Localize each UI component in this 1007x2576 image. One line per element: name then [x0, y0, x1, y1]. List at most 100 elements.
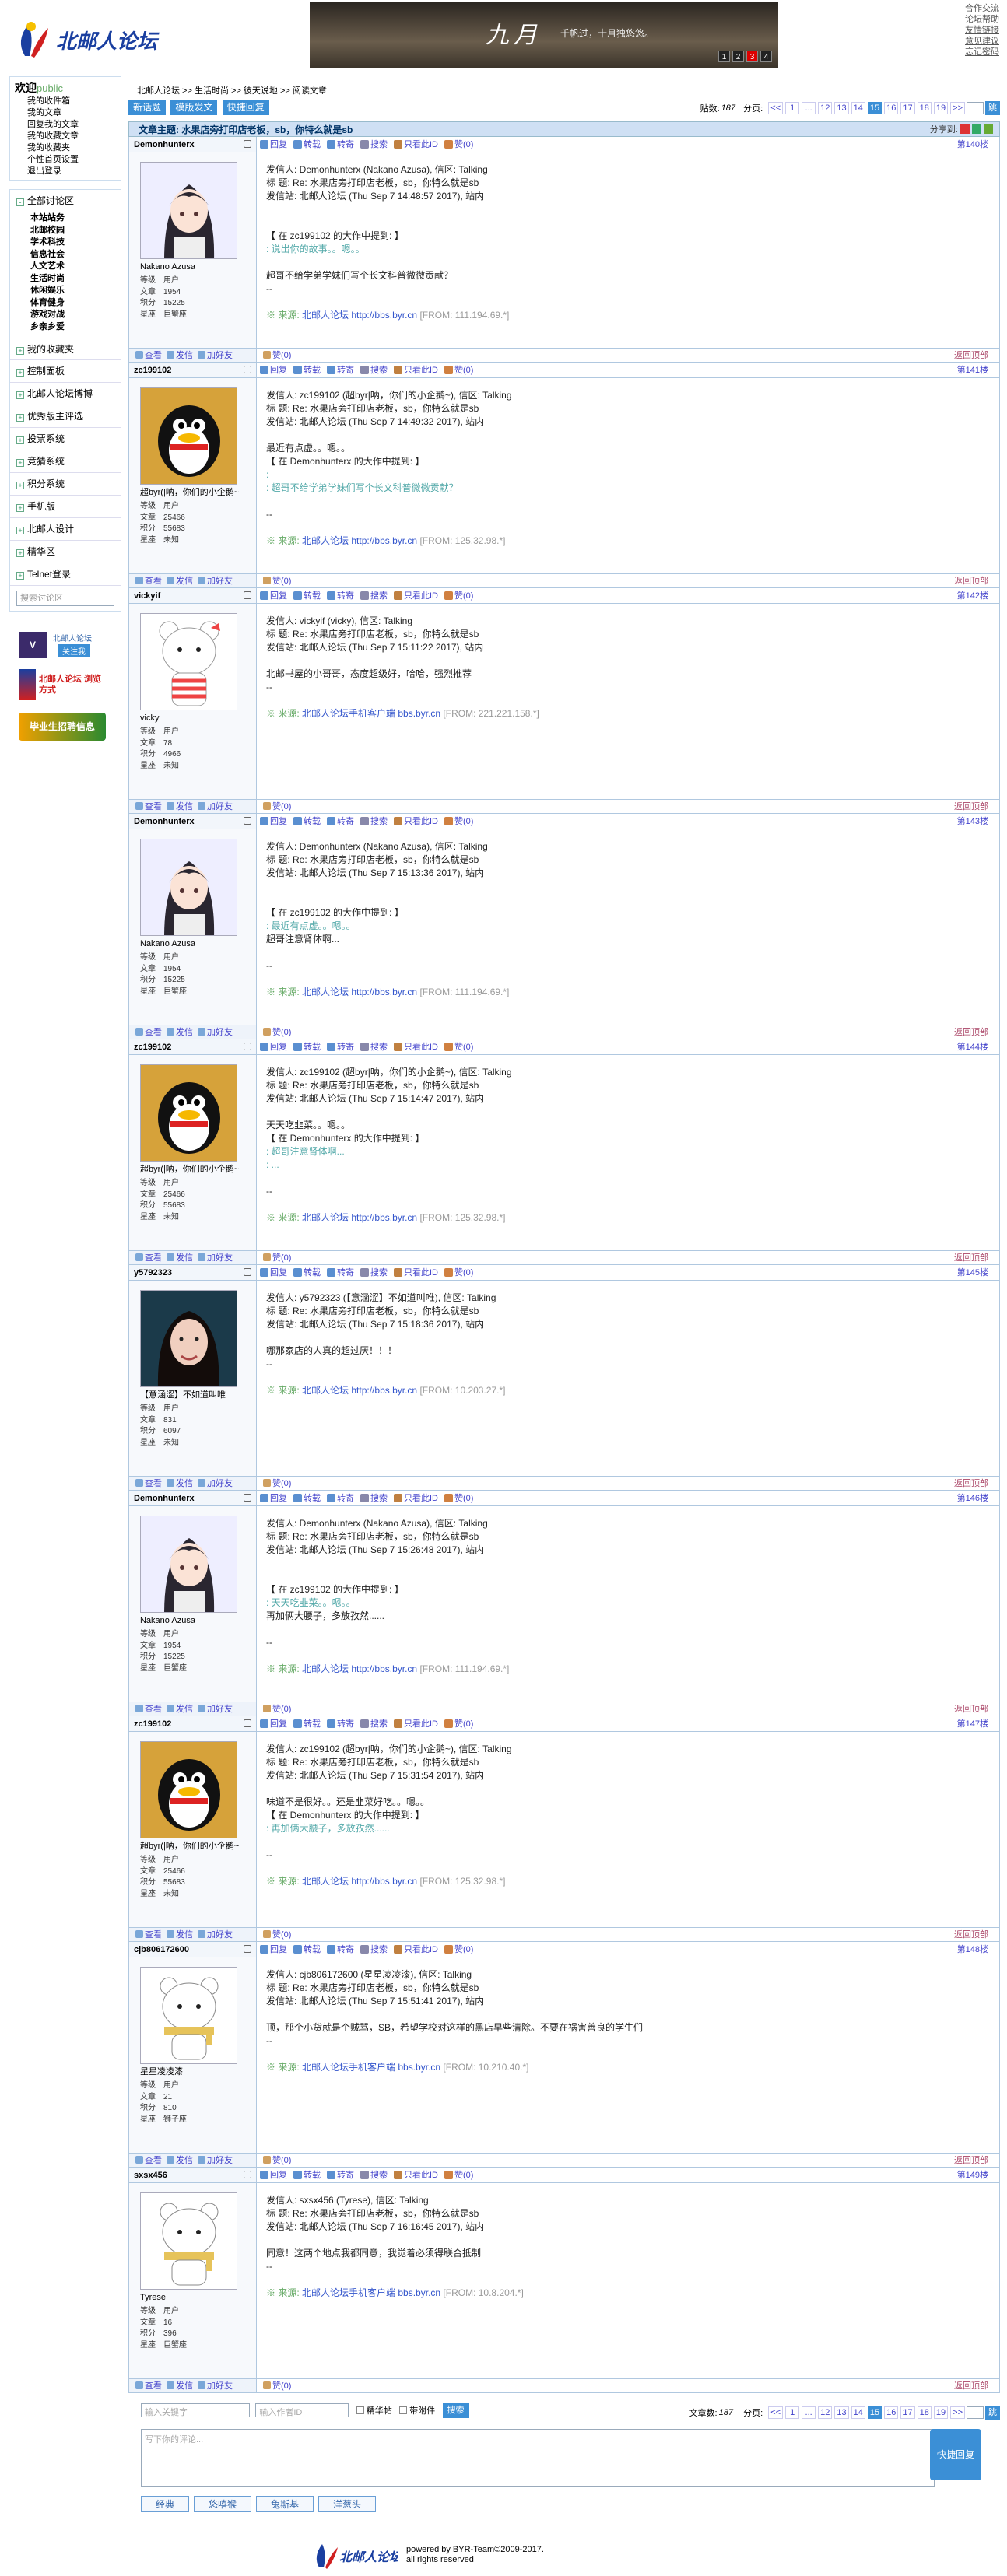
avatar[interactable] [140, 1064, 237, 1162]
page-link[interactable]: ... [802, 2406, 816, 2419]
page-link[interactable]: 15 [867, 102, 882, 114]
like-button[interactable]: 赞(0) [263, 1705, 291, 1714]
floor-number[interactable]: 第146楼 [957, 1491, 988, 1506]
post-action-2[interactable]: 转寄 [327, 2168, 354, 2182]
template-post-button[interactable]: 模版发文 [170, 100, 218, 115]
source-name[interactable]: 北邮人论坛手机客户端 [302, 2062, 395, 2073]
post-action-2[interactable]: 转寄 [327, 1491, 354, 1505]
top-link[interactable]: 意见建议 [965, 36, 999, 47]
user-action-0[interactable]: 查看 [135, 1477, 162, 1490]
post-action-3[interactable]: 搜索 [360, 137, 388, 152]
post-author[interactable]: y5792323 [129, 1265, 257, 1280]
section-item[interactable]: 学术科技 [10, 237, 121, 249]
section-item[interactable]: 信息社会 [10, 249, 121, 261]
post-action-5[interactable]: 赞(0) [444, 363, 473, 377]
post-action-0[interactable]: 回复 [260, 814, 287, 829]
post-action-0[interactable]: 回复 [260, 588, 287, 603]
user-action-0[interactable]: 查看 [135, 800, 162, 813]
source-url[interactable]: http://bbs.byr.cn [351, 310, 417, 321]
avatar[interactable] [140, 387, 237, 485]
section-item[interactable]: 北邮校园 [10, 225, 121, 237]
sidebar-link[interactable]: 退出登录 [15, 166, 116, 177]
sidebar-search-input[interactable]: 搜索讨论区 [16, 591, 114, 606]
sidebar-link[interactable]: 我的收件箱 [15, 96, 116, 107]
banner[interactable]: 九月 千帆过，十月独悠悠。 1 2 3 4 [310, 2, 778, 68]
source-name[interactable]: 北邮人论坛 [302, 987, 349, 997]
source-name[interactable]: 北邮人论坛 [302, 1876, 349, 1887]
quick-reply-button[interactable]: 快捷回复 [222, 100, 269, 115]
avatar[interactable] [140, 2192, 237, 2290]
post-author[interactable]: cjb806172600 [129, 1942, 257, 1957]
post-author[interactable]: vickyif [129, 588, 257, 603]
page-link[interactable]: 18 [917, 2406, 932, 2419]
sidebar-item[interactable]: + 北邮人论坛博博 [10, 383, 121, 405]
breadcrumb[interactable]: 北邮人论坛 >> 生活时尚 >> 彼天说地 >> 阅读文章 [137, 84, 327, 96]
user-action-1[interactable]: 发信 [167, 800, 193, 813]
emote-tab[interactable]: 经典 [141, 2496, 190, 2512]
like-button[interactable]: 赞(0) [263, 1028, 291, 1037]
source-url[interactable]: bbs.byr.cn [398, 2287, 440, 2298]
digest-checkbox[interactable]: 精华帖 [356, 2406, 392, 2416]
avatar[interactable] [140, 613, 237, 710]
post-action-0[interactable]: 回复 [260, 2168, 287, 2182]
post-action-3[interactable]: 搜索 [360, 2168, 388, 2182]
like-button[interactable]: 赞(0) [263, 802, 291, 811]
post-action-1[interactable]: 转载 [293, 1716, 321, 1731]
user-action-2[interactable]: 加好友 [198, 1477, 233, 1490]
source-name[interactable]: 北邮人论坛 [302, 535, 349, 546]
user-action-0[interactable]: 查看 [135, 1025, 162, 1039]
avatar[interactable] [140, 162, 237, 259]
page-link[interactable]: >> [950, 2406, 965, 2419]
user-action-1[interactable]: 发信 [167, 2379, 193, 2392]
source-name[interactable]: 北邮人论坛手机客户端 [302, 708, 395, 719]
post-action-3[interactable]: 搜索 [360, 1942, 388, 1957]
page-link[interactable]: 14 [851, 102, 865, 114]
page-link[interactable]: 13 [834, 2406, 849, 2419]
post-action-5[interactable]: 赞(0) [444, 1265, 473, 1280]
post-action-4[interactable]: 只看此ID [394, 814, 438, 829]
post-action-1[interactable]: 转载 [293, 588, 321, 603]
section-item[interactable]: 休闲娱乐 [10, 285, 121, 297]
page-jump-input[interactable] [967, 2406, 984, 2419]
post-action-3[interactable]: 搜索 [360, 1265, 388, 1280]
user-action-2[interactable]: 加好友 [198, 1928, 233, 1941]
back-to-top-link[interactable]: 返回顶部 [954, 1025, 988, 1039]
emote-tab[interactable]: 兔斯基 [256, 2496, 314, 2512]
avatar[interactable] [140, 1967, 237, 2064]
page-link[interactable]: 18 [917, 102, 932, 114]
page-link[interactable]: 1 [785, 102, 800, 114]
keyword-search-input[interactable]: 输入关键字 [141, 2403, 250, 2417]
sidebar-link[interactable]: 我的收藏夹 [15, 142, 116, 154]
emote-tab[interactable]: 悠嘻猴 [194, 2496, 252, 2512]
douban-share-icon[interactable] [984, 124, 993, 134]
user-action-1[interactable]: 发信 [167, 1251, 193, 1264]
post-action-2[interactable]: 转寄 [327, 814, 354, 829]
renren-share-icon[interactable] [971, 124, 981, 134]
post-action-2[interactable]: 转寄 [327, 588, 354, 603]
sidebar-item[interactable]: + 积分系统 [10, 473, 121, 496]
section-item[interactable]: 生活时尚 [10, 273, 121, 286]
section-item[interactable]: 体育健身 [10, 297, 121, 310]
source-name[interactable]: 北邮人论坛 [302, 1663, 349, 1674]
source-url[interactable]: bbs.byr.cn [398, 2062, 440, 2073]
page-link[interactable]: ... [802, 102, 816, 114]
new-topic-button[interactable]: 新话题 [128, 100, 167, 115]
post-action-4[interactable]: 只看此ID [394, 2168, 438, 2182]
post-action-1[interactable]: 转载 [293, 363, 321, 377]
source-url[interactable]: http://bbs.byr.cn [351, 987, 417, 997]
user-action-2[interactable]: 加好友 [198, 1025, 233, 1039]
source-name[interactable]: 北邮人论坛 [302, 1212, 349, 1223]
user-action-0[interactable]: 查看 [135, 574, 162, 587]
post-author[interactable]: zc199102 [129, 1716, 257, 1731]
user-action-2[interactable]: 加好友 [198, 2379, 233, 2392]
post-action-3[interactable]: 搜索 [360, 588, 388, 603]
sidebar-item[interactable]: + 手机版 [10, 496, 121, 518]
page-link[interactable]: 19 [933, 2406, 949, 2419]
post-action-0[interactable]: 回复 [260, 137, 287, 152]
page-jump-button[interactable]: 跳 [985, 101, 1000, 115]
like-button[interactable]: 赞(0) [263, 1253, 291, 1263]
post-action-5[interactable]: 赞(0) [444, 137, 473, 152]
page-link[interactable]: >> [950, 102, 965, 114]
avatar[interactable] [140, 1290, 237, 1387]
top-link[interactable]: 合作交流 [965, 3, 999, 14]
